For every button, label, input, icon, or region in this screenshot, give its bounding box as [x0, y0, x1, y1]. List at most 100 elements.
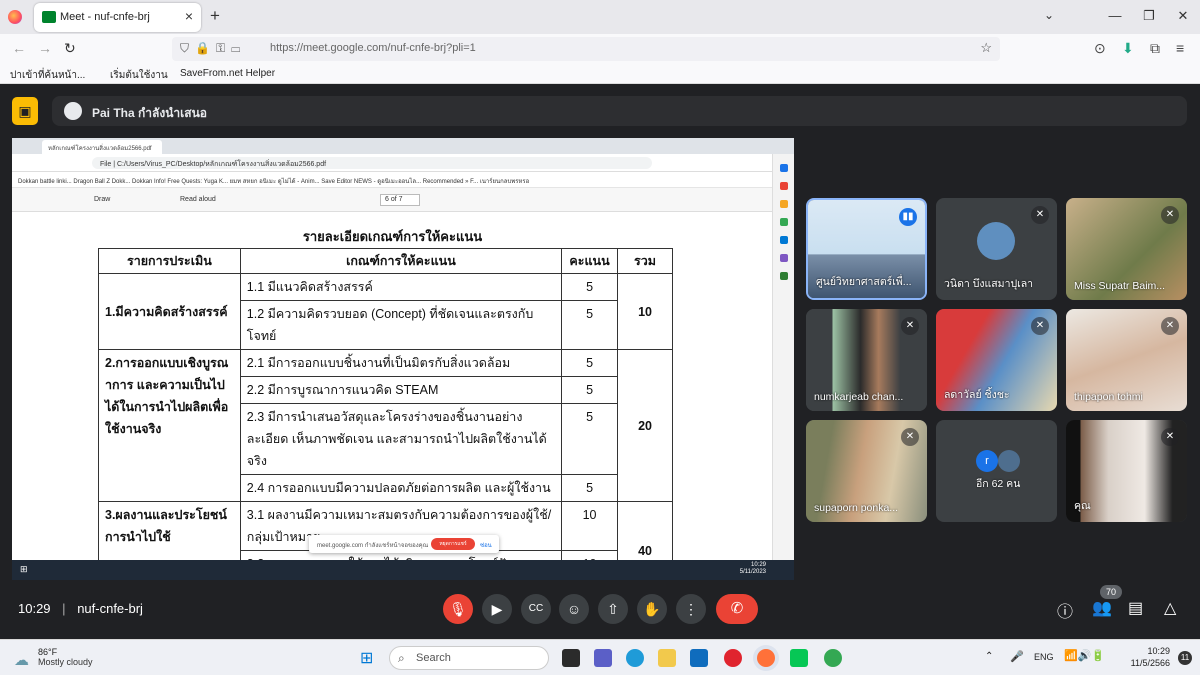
participant-tile[interactable]: ✕ Miss Supatr Baim... — [1066, 198, 1187, 300]
participant-tile[interactable]: ▮▮ ศูนย์วิทยาศาสตร์เพื่... — [806, 198, 927, 300]
captions-button[interactable]: CC — [521, 594, 551, 624]
pdf-page-number: 6 — [385, 196, 389, 203]
minimize-icon[interactable]: — — [1098, 0, 1132, 32]
score-cell: 5 — [561, 273, 619, 301]
chrome-icon[interactable] — [824, 649, 842, 667]
raise-hand-button[interactable]: ✋ — [637, 594, 667, 624]
weather-widget[interactable]: ☁ 86°F Mostly cloudy — [14, 647, 93, 669]
pdf-page-total: of 7 — [390, 196, 403, 203]
site-info-icons[interactable]: ⛉🔒⚿▭ — [180, 41, 246, 56]
forward-icon[interactable]: → — [38, 40, 52, 56]
line-icon[interactable] — [790, 649, 808, 667]
mic-tray-icon[interactable]: 🎤 — [1010, 650, 1024, 663]
participant-name: ศูนย์วิทยาศาสตร์เพื่... — [816, 276, 912, 288]
table-row: 1.มีความคิดสร้างสรรค์ 1.1 มีแนวคิดสร้างส… — [98, 273, 673, 350]
meeting-time: 10:29 — [18, 601, 51, 616]
sidebar-app-icon — [779, 272, 788, 280]
bookmark-item[interactable]: เริ่มต้นใช้งาน — [110, 68, 168, 83]
reactions-button[interactable]: ☺ — [559, 594, 589, 624]
participant-tile[interactable]: ✕ numkarjeab chan... — [806, 309, 927, 411]
tab-list-chevron-icon[interactable]: ⌄ — [1044, 8, 1054, 22]
bookmark-item[interactable]: ปาเข้าที่ค้นหน้า... — [10, 68, 85, 83]
participant-tile[interactable]: ✕ thipapon tohmi — [1066, 309, 1187, 411]
firefox-taskbar-icon[interactable] — [757, 649, 775, 667]
shared-url: File | C:/Users/Virus_PC/Desktop/หลักเกณ… — [92, 157, 652, 169]
language-indicator[interactable]: ENG — [1034, 652, 1054, 662]
firefox-menu-icon[interactable] — [8, 10, 22, 24]
doc-title: รายละเอียดเกณฑ์การให้คะแนน — [302, 229, 483, 244]
taskbar-date: 11/5/2566 — [1130, 658, 1170, 668]
mic-toggle-button[interactable]: 🎙 — [443, 594, 473, 624]
start-icon[interactable]: ⊞ — [360, 648, 373, 668]
chat-icon[interactable]: ▤ — [1128, 598, 1143, 618]
back-icon[interactable]: ← — [12, 40, 26, 56]
activities-icon[interactable]: △ — [1164, 598, 1176, 618]
participant-tile-overflow[interactable]: r อีก 62 คน — [936, 420, 1057, 522]
taskbar-search[interactable]: ⌕ Search — [389, 646, 549, 670]
more-options-button[interactable]: ⋮ — [676, 594, 706, 624]
browser-tab-meet[interactable]: Meet - nuf-cnfe-brj × — [34, 3, 201, 32]
speaking-indicator-icon: ▮▮ — [899, 208, 917, 226]
pocket-icon[interactable]: ⊙ — [1094, 40, 1106, 57]
shared-taskbar: ⊞ 10:29 5/11/2023 — [12, 560, 794, 580]
new-tab-icon[interactable]: + — [210, 6, 220, 26]
sidebar-app-icon — [779, 182, 788, 190]
sidebar-app-icon — [779, 218, 788, 226]
meeting-details-icon[interactable]: ⓘ — [1057, 598, 1073, 622]
header-cell: คะแนน — [561, 248, 619, 274]
shared-bookmarks: Dokkan battle linki... Dragon Ball Z Dok… — [12, 172, 772, 188]
participant-name: วนิดา บึงแสมาปุเลา — [944, 278, 1034, 290]
download-icon[interactable]: ⬇ — [1122, 40, 1134, 57]
reload-icon[interactable]: ↻ — [64, 40, 76, 57]
wifi-volume-battery-icons[interactable]: 📶🔊🔋 — [1064, 649, 1105, 662]
participant-tile[interactable]: ✕ วนิดา บึงแสมาปุเลา — [936, 198, 1057, 300]
people-icon[interactable]: 👥 — [1092, 598, 1112, 618]
cloud-icon: ☁ — [14, 652, 29, 669]
tab-close-icon[interactable]: × — [185, 8, 193, 24]
app-menu-icon[interactable]: ≡ — [1176, 40, 1184, 56]
end-call-button[interactable]: ✆ — [716, 594, 758, 624]
task-view-icon[interactable] — [562, 649, 580, 667]
window-controls: — ❐ ✕ — [1098, 0, 1200, 34]
header-cell: รายการประเมิน — [98, 248, 241, 274]
participant-tile[interactable]: ✕ ลดาวัลย์ ชิ้งชะ — [936, 309, 1057, 411]
shared-browser-tabs: หลักเกณฑ์โครงงานสิ่งแวดล้อม2566.pdf — [12, 138, 794, 154]
shared-path: C:/Users/Virus_PC/Desktop/หลักเกณฑ์โครงง… — [117, 161, 327, 168]
url-text[interactable]: https://meet.google.com/nuf-cnfe-brj?pli… — [270, 42, 476, 54]
bookmark-item[interactable]: SaveFrom.net Helper — [180, 68, 275, 79]
meet-favicon-icon — [42, 11, 56, 23]
presenter-text: Pai Tha กำลังนำเสนอ — [92, 106, 208, 120]
mic-off-icon: ✕ — [901, 317, 919, 335]
participant-name: ลดาวัลย์ ชิ้งชะ — [944, 389, 1010, 401]
self-tile[interactable]: ✕ คุณ — [1066, 420, 1187, 522]
header-cell: เกณฑ์การให้คะแนน — [239, 248, 563, 274]
score-cell: 5 — [561, 403, 619, 475]
shared-screen: หลักเกณฑ์โครงงานสิ่งแวดล้อม2566.pdf File… — [12, 138, 794, 580]
shared-start-icon: ⊞ — [20, 564, 28, 574]
shared-date: 5/11/2023 — [739, 569, 766, 575]
present-button[interactable]: ⇧ — [598, 594, 628, 624]
taskbar-time: 10:29 — [1147, 646, 1170, 656]
taskbar-clock[interactable]: 10:29 11/5/2566 — [1131, 645, 1170, 669]
notification-badge[interactable]: 11 — [1178, 651, 1192, 665]
mail-icon[interactable] — [690, 649, 708, 667]
participant-tile[interactable]: ✕ supaporn ponka... — [806, 420, 927, 522]
browser-tab-bar: Meet - nuf-cnfe-brj × + ⌄ — ❐ ✕ — [0, 0, 1200, 34]
bookmark-star-icon[interactable]: ☆ — [980, 40, 992, 56]
file-explorer-icon[interactable] — [658, 649, 676, 667]
camera-toggle-button[interactable]: ▶ — [482, 594, 512, 624]
restore-icon[interactable]: ❐ — [1132, 0, 1166, 32]
pdf-draw-label: Draw — [94, 196, 111, 203]
weather-temp: 86°F — [38, 647, 58, 657]
teams-icon[interactable] — [594, 649, 612, 667]
extensions-icon[interactable]: ⧉ — [1150, 40, 1160, 57]
score-cell: 5 — [561, 300, 619, 350]
tray-chevron-icon[interactable]: ⌃ — [985, 651, 993, 662]
address-bar[interactable]: ⛉🔒⚿▭ https://meet.google.com/nuf-cnfe-br… — [172, 37, 1000, 61]
close-window-icon[interactable]: ✕ — [1166, 0, 1200, 32]
participant-count-badge: 70 — [1100, 585, 1122, 599]
participant-name: supaporn ponka... — [814, 502, 899, 514]
shared-clock: 10:29 5/11/2023 — [740, 562, 766, 576]
edge-icon[interactable] — [626, 649, 644, 667]
opera-icon[interactable] — [724, 649, 742, 667]
